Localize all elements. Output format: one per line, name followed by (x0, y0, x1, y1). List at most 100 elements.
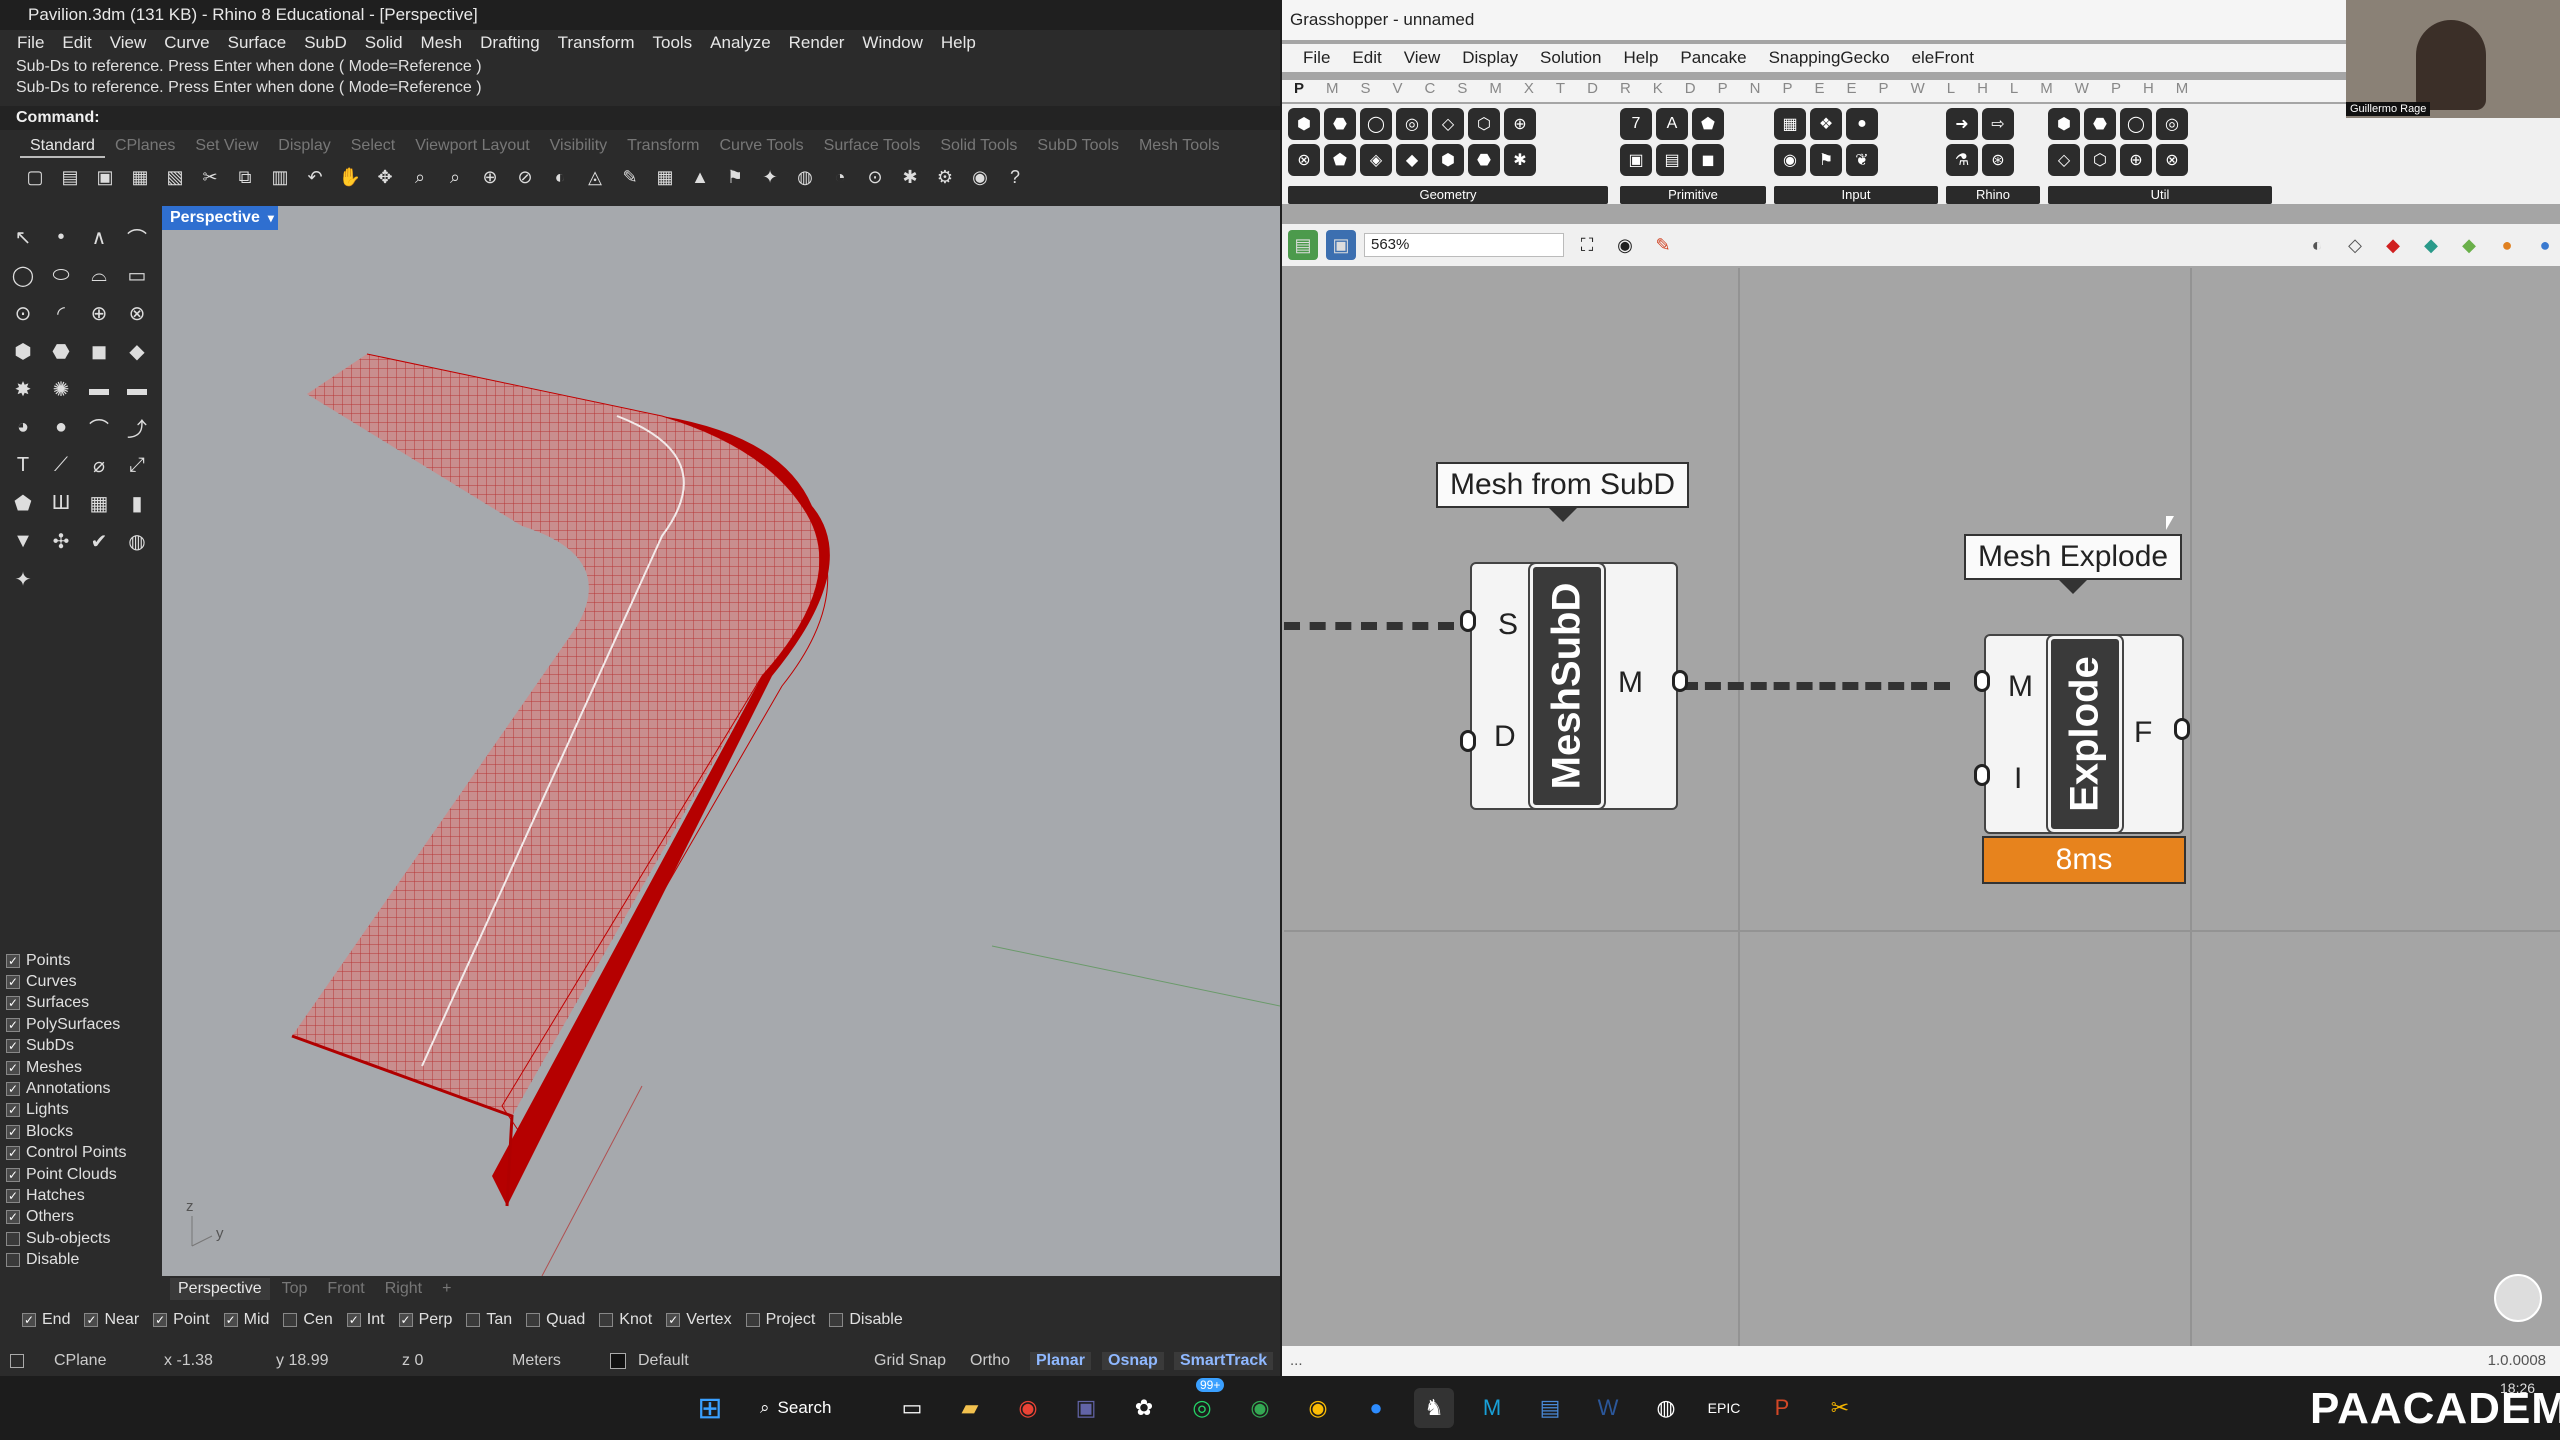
grid-icon[interactable]: ▦ (82, 486, 116, 520)
filter-row[interactable]: ✓ Blocks (6, 1121, 156, 1142)
toolbar-tab[interactable]: Viewport Layout (405, 134, 539, 158)
gh-menu-edit[interactable]: Edit (1341, 44, 1392, 72)
menu-item-curve[interactable]: Curve (155, 30, 218, 56)
filter-checkbox[interactable]: ✓ (6, 975, 20, 990)
menu-item-subd[interactable]: SubD (295, 30, 356, 56)
pan-icon[interactable]: ✋ (335, 162, 365, 192)
osnap-checkbox[interactable]: ✓ (346, 1313, 361, 1327)
gh-component-icon[interactable]: ⚗ (1946, 144, 1978, 176)
gh-category-tab[interactable]: V (1393, 80, 1403, 102)
rectangle-icon[interactable]: ▭ (120, 258, 154, 292)
gh-component-icon[interactable]: ◯ (1360, 108, 1392, 140)
taskbar-search[interactable]: ⌕ Search (760, 1390, 856, 1426)
gh-menu-view[interactable]: View (1393, 44, 1452, 72)
input-port-i[interactable]: I (2014, 762, 2022, 796)
gh-component-icon[interactable]: ⊗ (1288, 144, 1320, 176)
gh-category-tab[interactable]: M (2040, 80, 2053, 102)
scribble-mesh-explode[interactable]: Mesh Explode (1964, 534, 2183, 594)
mesh-icon[interactable]: ● (44, 410, 78, 444)
gh-component-icon[interactable]: ⬣ (2084, 108, 2116, 140)
undo-icon[interactable]: ↶ (300, 162, 330, 192)
zoom-extents-icon[interactable]: ⌕ (440, 162, 470, 192)
gh-category-tab[interactable]: T (1556, 80, 1565, 102)
output-port-f[interactable]: F (2134, 716, 2152, 750)
dimension-icon[interactable]: ⟋ (44, 448, 78, 482)
smarttrack-toggle[interactable]: SmartTrack (1174, 1352, 1274, 1370)
gh-component-icon[interactable]: ◉ (1774, 144, 1806, 176)
gh-component-icon[interactable]: ◼ (1692, 144, 1724, 176)
osnap-cen[interactable]: Cen (283, 1311, 333, 1329)
select-icon[interactable]: ↖ (6, 220, 40, 254)
gh-category-tab[interactable]: S (1361, 80, 1371, 102)
layout-icon[interactable]: ▦ (650, 162, 680, 192)
toolbar-tab[interactable]: Transform (617, 134, 709, 158)
menu-item-mesh[interactable]: Mesh (412, 30, 472, 56)
filter-row[interactable]: ✓ Meshes (6, 1057, 156, 1078)
planar-toggle[interactable]: Planar (1030, 1352, 1091, 1370)
gh-component-icon[interactable]: ◆ (1396, 144, 1428, 176)
gh-category-tab[interactable]: L (2010, 80, 2018, 102)
menu-item-edit[interactable]: Edit (53, 30, 100, 56)
zoom-selected-icon[interactable]: ⊕ (475, 162, 505, 192)
sphere-preview-icon[interactable]: ● (2530, 230, 2560, 260)
input-port-m[interactable]: M (2008, 670, 2033, 704)
save-icon[interactable]: ▣ (1326, 230, 1356, 260)
osnap-checkbox[interactable] (283, 1313, 298, 1327)
circle-icon[interactable]: ◯ (6, 258, 40, 292)
gh-menu-solution[interactable]: Solution (1529, 44, 1612, 72)
solid-tools-icon[interactable]: ◆ (120, 334, 154, 368)
gh-menu-help[interactable]: Help (1612, 44, 1669, 72)
gh-category-tab[interactable]: E (1847, 80, 1857, 102)
menu-item-file[interactable]: File (8, 30, 53, 56)
osnap-checkbox[interactable] (745, 1313, 760, 1327)
gh-menu-pancake[interactable]: Pancake (1669, 44, 1757, 72)
viewport-tab[interactable]: Top (274, 1278, 316, 1300)
filter-checkbox[interactable]: ✓ (6, 996, 20, 1011)
osnap-checkbox[interactable] (829, 1313, 844, 1327)
split-icon[interactable]: ▬ (120, 372, 154, 406)
surface-edge-icon[interactable]: ⊗ (120, 296, 154, 330)
osnap-checkbox[interactable]: ✓ (22, 1313, 36, 1327)
output-grip[interactable] (2174, 718, 2190, 740)
save-icon[interactable]: ▣ (90, 162, 120, 192)
filter-checkbox[interactable] (6, 1231, 20, 1246)
menu-item-view[interactable]: View (101, 30, 156, 56)
wireframe-icon[interactable]: ▲ (685, 162, 715, 192)
gh-category-tab[interactable]: M (1326, 80, 1339, 102)
gh-category-tab[interactable]: K (1653, 80, 1663, 102)
osnap-toggle[interactable]: Osnap (1102, 1352, 1164, 1370)
gh-category-tab[interactable]: P (1294, 80, 1304, 102)
filter-row[interactable]: ✓ Lights (6, 1100, 156, 1121)
file-explorer-icon[interactable]: ▰ (950, 1388, 990, 1428)
input-grip[interactable] (1460, 610, 1476, 632)
hatch-icon[interactable]: ⌀ (82, 448, 116, 482)
filter-row[interactable]: ✓ Hatches (6, 1185, 156, 1206)
osnap-near[interactable]: ✓ Near (84, 1311, 139, 1329)
gh-component-icon[interactable]: ⬡ (2084, 144, 2116, 176)
layer-label[interactable]: Default (638, 1352, 689, 1370)
osnap-knot[interactable]: Knot (599, 1311, 652, 1329)
menu-item-window[interactable]: Window (853, 30, 931, 56)
open-icon[interactable]: ▤ (55, 162, 85, 192)
epic-games-icon[interactable]: EPIC (1704, 1388, 1744, 1428)
meshsubd-component[interactable]: MeshSubD S D M (1470, 562, 1678, 810)
app-m-icon[interactable]: M (1472, 1388, 1512, 1428)
sketch-icon[interactable]: ✎ (1648, 230, 1678, 260)
chatgpt-icon[interactable]: ✿ (1124, 1388, 1164, 1428)
gh-component-icon[interactable]: ⬢ (2048, 108, 2080, 140)
rhino-icon[interactable]: ♞ (1414, 1388, 1454, 1428)
filter-checkbox[interactable]: ✓ (6, 1039, 20, 1054)
gh-component-icon[interactable]: ⬢ (1288, 108, 1320, 140)
gh-category-tab[interactable]: H (2143, 80, 2154, 102)
toolbar-tab[interactable]: Select (341, 134, 405, 158)
osnap-vertex[interactable]: ✓ Vertex (666, 1311, 732, 1329)
gh-component-icon[interactable]: ▤ (1656, 144, 1688, 176)
osnap-checkbox[interactable]: ✓ (666, 1313, 681, 1327)
viewport-title-button[interactable]: Perspective ▾ (162, 206, 278, 230)
gh-category-tab[interactable]: X (1524, 80, 1534, 102)
block-icon[interactable]: Ш (44, 486, 78, 520)
menu-item-transform[interactable]: Transform (549, 30, 644, 56)
gh-menu-display[interactable]: Display (1451, 44, 1529, 72)
car-model-icon[interactable]: ⚑ (720, 162, 750, 192)
filter-checkbox[interactable]: ✓ (6, 1082, 20, 1097)
